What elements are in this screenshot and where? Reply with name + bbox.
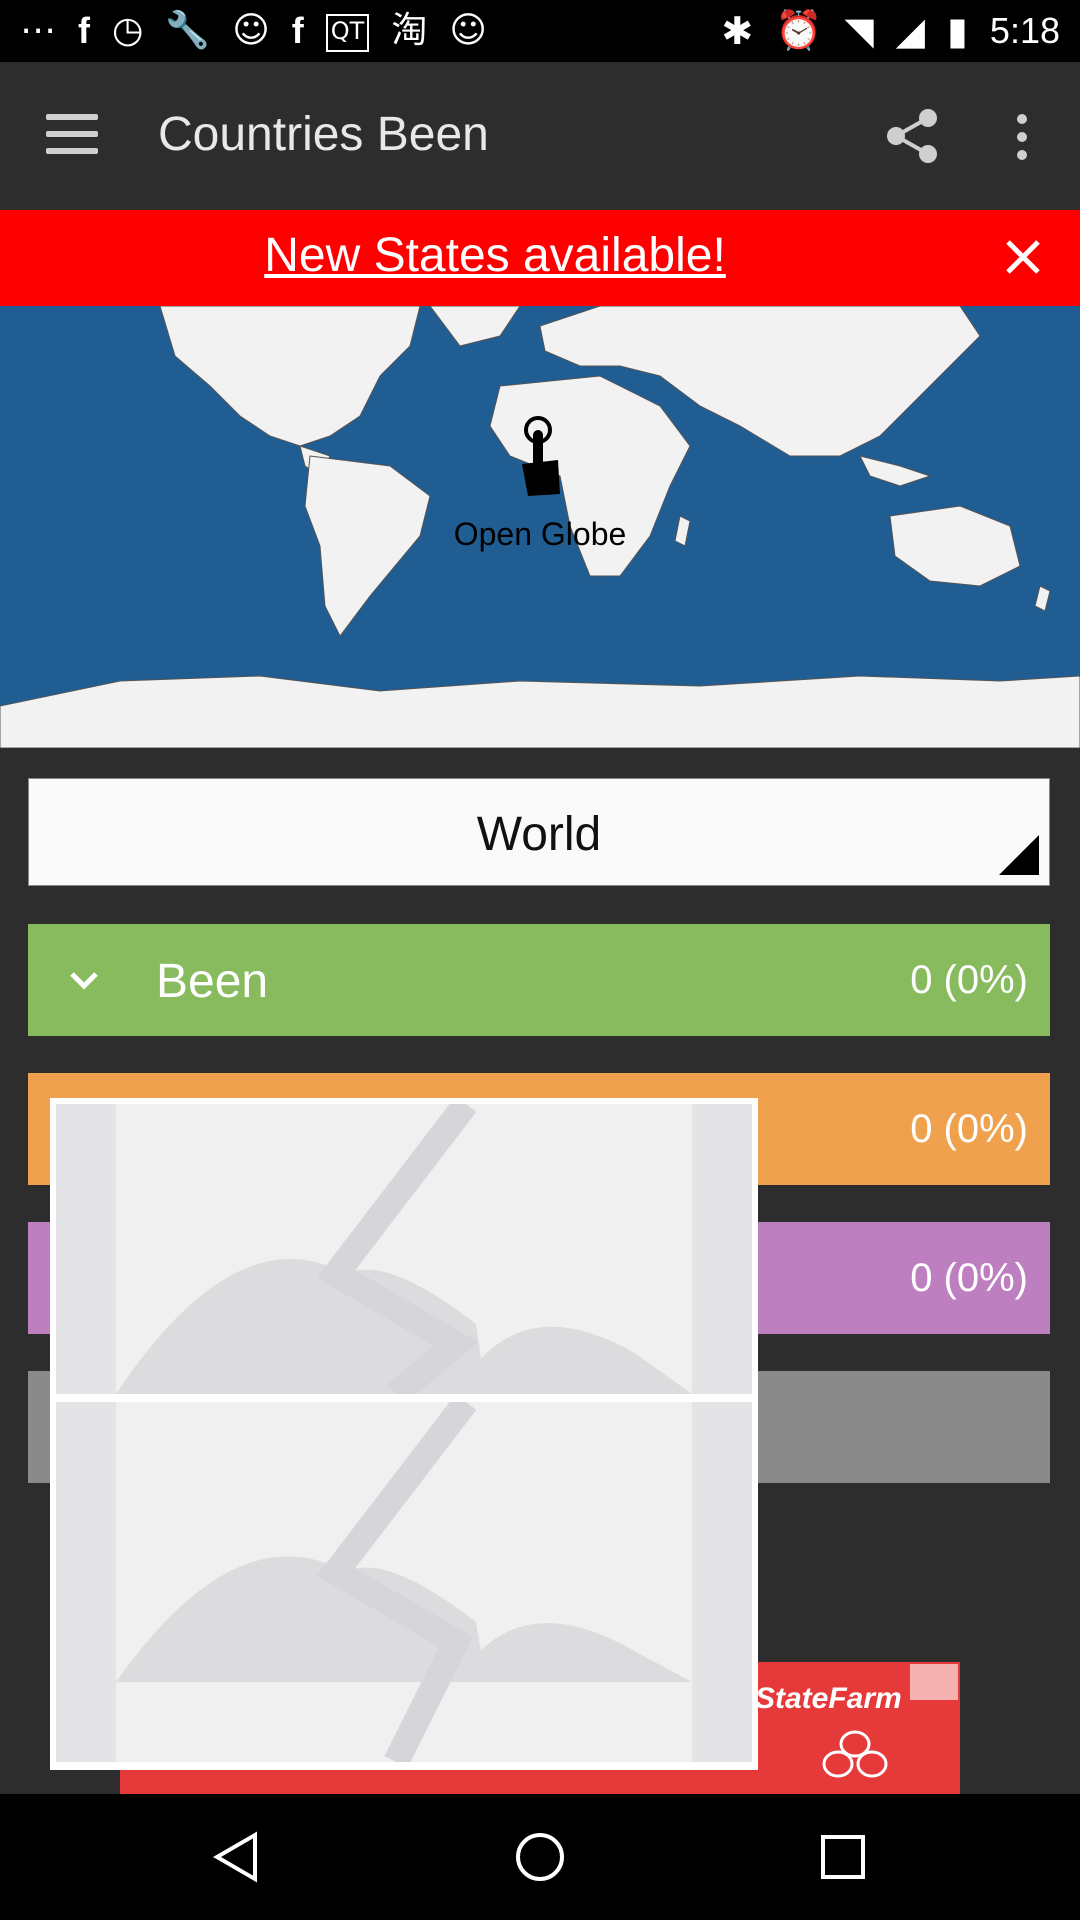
app-bar: Countries Been [0, 62, 1080, 210]
ad-logo-icon [822, 1730, 888, 1778]
cell-signal-icon: ◢ [895, 8, 925, 53]
facebook-icon: f [78, 10, 90, 51]
qt-icon: QT [325, 14, 370, 52]
battery-icon: ▮ [947, 8, 968, 53]
app-title: Countries Been [158, 108, 489, 161]
overflow-menu-icon[interactable] [1010, 114, 1034, 160]
chevron-down-icon[interactable] [64, 962, 104, 998]
close-icon[interactable] [1000, 234, 1046, 280]
world-map[interactable]: Open Globe [0, 306, 1080, 748]
chinese-app-icon: 淘 [391, 10, 428, 51]
share-icon[interactable] [882, 106, 942, 166]
more-icon: ⋯ [20, 10, 56, 51]
new-states-banner[interactable]: New States available! [0, 210, 1080, 306]
bluetooth-icon: ✱ [721, 8, 754, 53]
region-dropdown-value: World [476, 808, 602, 861]
ad-brand: StateFarm [755, 1682, 902, 1715]
category-count: 0 (0%) [910, 1256, 1028, 1300]
recents-icon[interactable] [813, 1827, 873, 1887]
alarm-icon: ⏰ [775, 8, 823, 52]
facebook-icon: f [291, 10, 304, 51]
banner-text[interactable]: New States available! [0, 228, 990, 283]
region-dropdown[interactable]: World [28, 778, 1050, 886]
hamburger-menu-icon[interactable] [46, 114, 98, 154]
been-label: Been [156, 955, 269, 1008]
wrench-icon: 🔧 [165, 10, 211, 51]
status-bar: ⋯ f ◷ 🔧 ☺ f QT 淘 ☺ ✱ ⏰ ◥ ◢ ▮ 5:18 [0, 0, 1080, 62]
broken-image-icon [56, 1402, 752, 1762]
category-count: 0 (0%) [910, 1107, 1028, 1151]
broken-image-placeholder [56, 1402, 752, 1762]
been-count: 0 (0%) [910, 958, 1028, 1002]
wifi-icon: ◥ [844, 8, 874, 53]
open-globe-label[interactable]: Open Globe [0, 516, 1080, 553]
smiley-icon: ☺ [232, 10, 270, 51]
notification-icons: ⋯ f ◷ 🔧 ☺ f QT 淘 ☺ [20, 10, 487, 52]
image-placeholder-overlay [50, 1098, 758, 1770]
dropdown-triangle-icon [999, 835, 1039, 875]
broken-image-icon [56, 1104, 752, 1394]
broken-image-placeholder [56, 1104, 752, 1394]
navigation-bar [0, 1794, 1080, 1920]
been-row[interactable]: Been 0 (0%) [28, 924, 1050, 1036]
tap-hand-icon [522, 416, 560, 496]
back-icon[interactable] [207, 1827, 267, 1887]
system-icons: ✱ ⏰ ◥ ◢ ▮ 5:18 [721, 8, 1060, 53]
ad-choices-icon[interactable] [910, 1664, 958, 1700]
home-icon[interactable] [510, 1827, 570, 1887]
smiley-icon: ☺ [449, 10, 487, 51]
clock: 5:18 [989, 9, 1060, 51]
timer-icon: ◷ [112, 10, 144, 51]
